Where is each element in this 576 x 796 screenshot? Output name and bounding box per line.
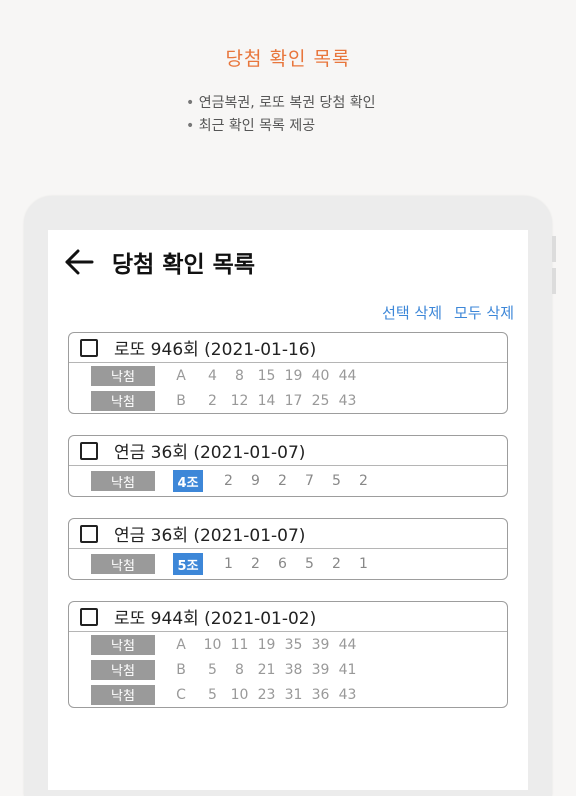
lotto-number: 44: [338, 367, 357, 384]
ticket-row: 낙첨 5조 1 2 6 5 2 1: [69, 549, 507, 579]
pension-number: 2: [359, 473, 368, 489]
pension-number: 2: [332, 556, 341, 572]
group-badge: 4조: [173, 470, 203, 492]
result-badge: 낙첨: [91, 365, 155, 386]
card-title: 로또 946회 (2021-01-16): [114, 340, 317, 360]
pension-number: 9: [251, 473, 260, 489]
lotto-number: 12: [230, 392, 249, 409]
lotto-number: 10: [203, 636, 222, 653]
result-card[interactable]: 로또 946회 (2021-01-16) 낙첨 A 4 8 15 19 40 44 낙첨 B 2 12 1…: [68, 332, 508, 414]
lotto-number: 39: [311, 661, 330, 678]
lotto-number: 19: [284, 367, 303, 384]
tablet-side-button: [552, 268, 556, 294]
delete-selected-button[interactable]: 선택 삭제: [382, 302, 442, 323]
pension-number: 2: [224, 473, 233, 489]
select-checkbox[interactable]: [80, 441, 98, 460]
result-badge: 낙첨: [91, 554, 155, 574]
group-badge: 5조: [173, 553, 203, 575]
ticket-row: 낙첨 4조 2 9 2 7 5 2: [69, 466, 507, 496]
pension-number: 1: [359, 556, 368, 572]
ticket-row: 낙첨 A 4 8 15 19 40 44: [69, 363, 507, 388]
pension-number: 7: [305, 473, 314, 489]
lotto-number: 19: [257, 636, 276, 653]
select-checkbox[interactable]: [80, 607, 98, 626]
arrow-left-icon[interactable]: [64, 248, 94, 276]
set-label: B: [176, 661, 186, 678]
list-actions: 선택 삭제 모두 삭제: [382, 302, 514, 323]
ticket-row: 낙첨 B 2 12 14 17 25 43: [69, 388, 507, 413]
lotto-number: 31: [284, 686, 303, 703]
lotto-number: 44: [338, 636, 357, 653]
lotto-number: 23: [257, 686, 276, 703]
card-header: 연금 36회 (2021-01-07): [69, 436, 507, 466]
lotto-number: 43: [338, 686, 357, 703]
promo-bullet: 최근 확인 목록 제공: [186, 115, 376, 138]
lotto-number: 8: [235, 367, 244, 384]
page-title: 당첨 확인 목록: [112, 252, 255, 278]
lotto-number: 5: [208, 686, 217, 703]
lotto-number: 25: [311, 392, 330, 409]
select-checkbox[interactable]: [80, 338, 98, 357]
promo-title: 당첨 확인 목록: [225, 48, 351, 70]
app-screen: 당첨 확인 목록 선택 삭제 모두 삭제 로또 946회 (2021-01-16…: [48, 230, 528, 790]
lotto-number: 21: [257, 661, 276, 678]
pension-numbers: 2 9 2 7 5 2: [215, 473, 377, 489]
lotto-number: 41: [338, 661, 357, 678]
result-card[interactable]: 로또 944회 (2021-01-02) 낙첨 A 10 11 19 35 39 44 낙첨 B 5 8…: [68, 601, 508, 708]
card-header: 로또 944회 (2021-01-02): [69, 602, 507, 632]
lotto-number: 38: [284, 661, 303, 678]
result-card[interactable]: 연금 36회 (2021-01-07) 낙첨 5조 1 2 6 5 2 1: [68, 518, 508, 580]
pension-number: 6: [278, 556, 287, 572]
lotto-number: 10: [230, 686, 249, 703]
lotto-number: 14: [257, 392, 276, 409]
lotto-number: 36: [311, 686, 330, 703]
promo-bullet: 연금복권, 로또 복권 당첨 확인: [186, 92, 376, 115]
result-card[interactable]: 연금 36회 (2021-01-07) 낙첨 4조 2 9 2 7 5 2: [68, 435, 508, 497]
lotto-number: 40: [311, 367, 330, 384]
card-title: 연금 36회 (2021-01-07): [114, 526, 306, 546]
lotto-number: 35: [284, 636, 303, 653]
pension-numbers: 1 2 6 5 2 1: [215, 556, 377, 572]
card-title: 연금 36회 (2021-01-07): [114, 443, 306, 463]
set-label: B: [176, 392, 186, 409]
pension-number: 2: [278, 473, 287, 489]
result-badge: 낙첨: [91, 390, 155, 411]
lotto-number: 39: [311, 636, 330, 653]
result-badge: 낙첨: [91, 684, 155, 705]
ticket-row: 낙첨 C 5 10 23 31 36 43: [69, 682, 507, 707]
set-label: A: [176, 636, 186, 653]
lotto-number: 17: [284, 392, 303, 409]
card-header: 로또 946회 (2021-01-16): [69, 333, 507, 363]
set-label: C: [176, 686, 186, 703]
pension-number: 2: [251, 556, 260, 572]
lotto-number: 8: [235, 661, 244, 678]
pension-number: 1: [224, 556, 233, 572]
tablet-side-button: [552, 236, 556, 262]
ticket-row: 낙첨 B 5 8 21 38 39 41: [69, 657, 507, 682]
promo-bullets: 연금복권, 로또 복권 당첨 확인 최근 확인 목록 제공: [186, 92, 376, 138]
card-title: 로또 944회 (2021-01-02): [114, 609, 317, 629]
lotto-number: 15: [257, 367, 276, 384]
nav-bar: 당첨 확인 목록: [48, 230, 528, 294]
lotto-number: 4: [208, 367, 217, 384]
pension-number: 5: [305, 556, 314, 572]
result-badge: 낙첨: [91, 659, 155, 680]
pension-number: 5: [332, 473, 341, 489]
lotto-number: 5: [208, 661, 217, 678]
result-badge: 낙첨: [91, 634, 155, 655]
ticket-row: 낙첨 A 10 11 19 35 39 44: [69, 632, 507, 657]
lotto-number: 2: [208, 392, 217, 409]
lotto-number: 43: [338, 392, 357, 409]
card-header: 연금 36회 (2021-01-07): [69, 519, 507, 549]
result-badge: 낙첨: [91, 471, 155, 491]
set-label: A: [176, 367, 186, 384]
select-checkbox[interactable]: [80, 524, 98, 543]
delete-all-button[interactable]: 모두 삭제: [454, 302, 514, 323]
lotto-number: 11: [230, 636, 249, 653]
